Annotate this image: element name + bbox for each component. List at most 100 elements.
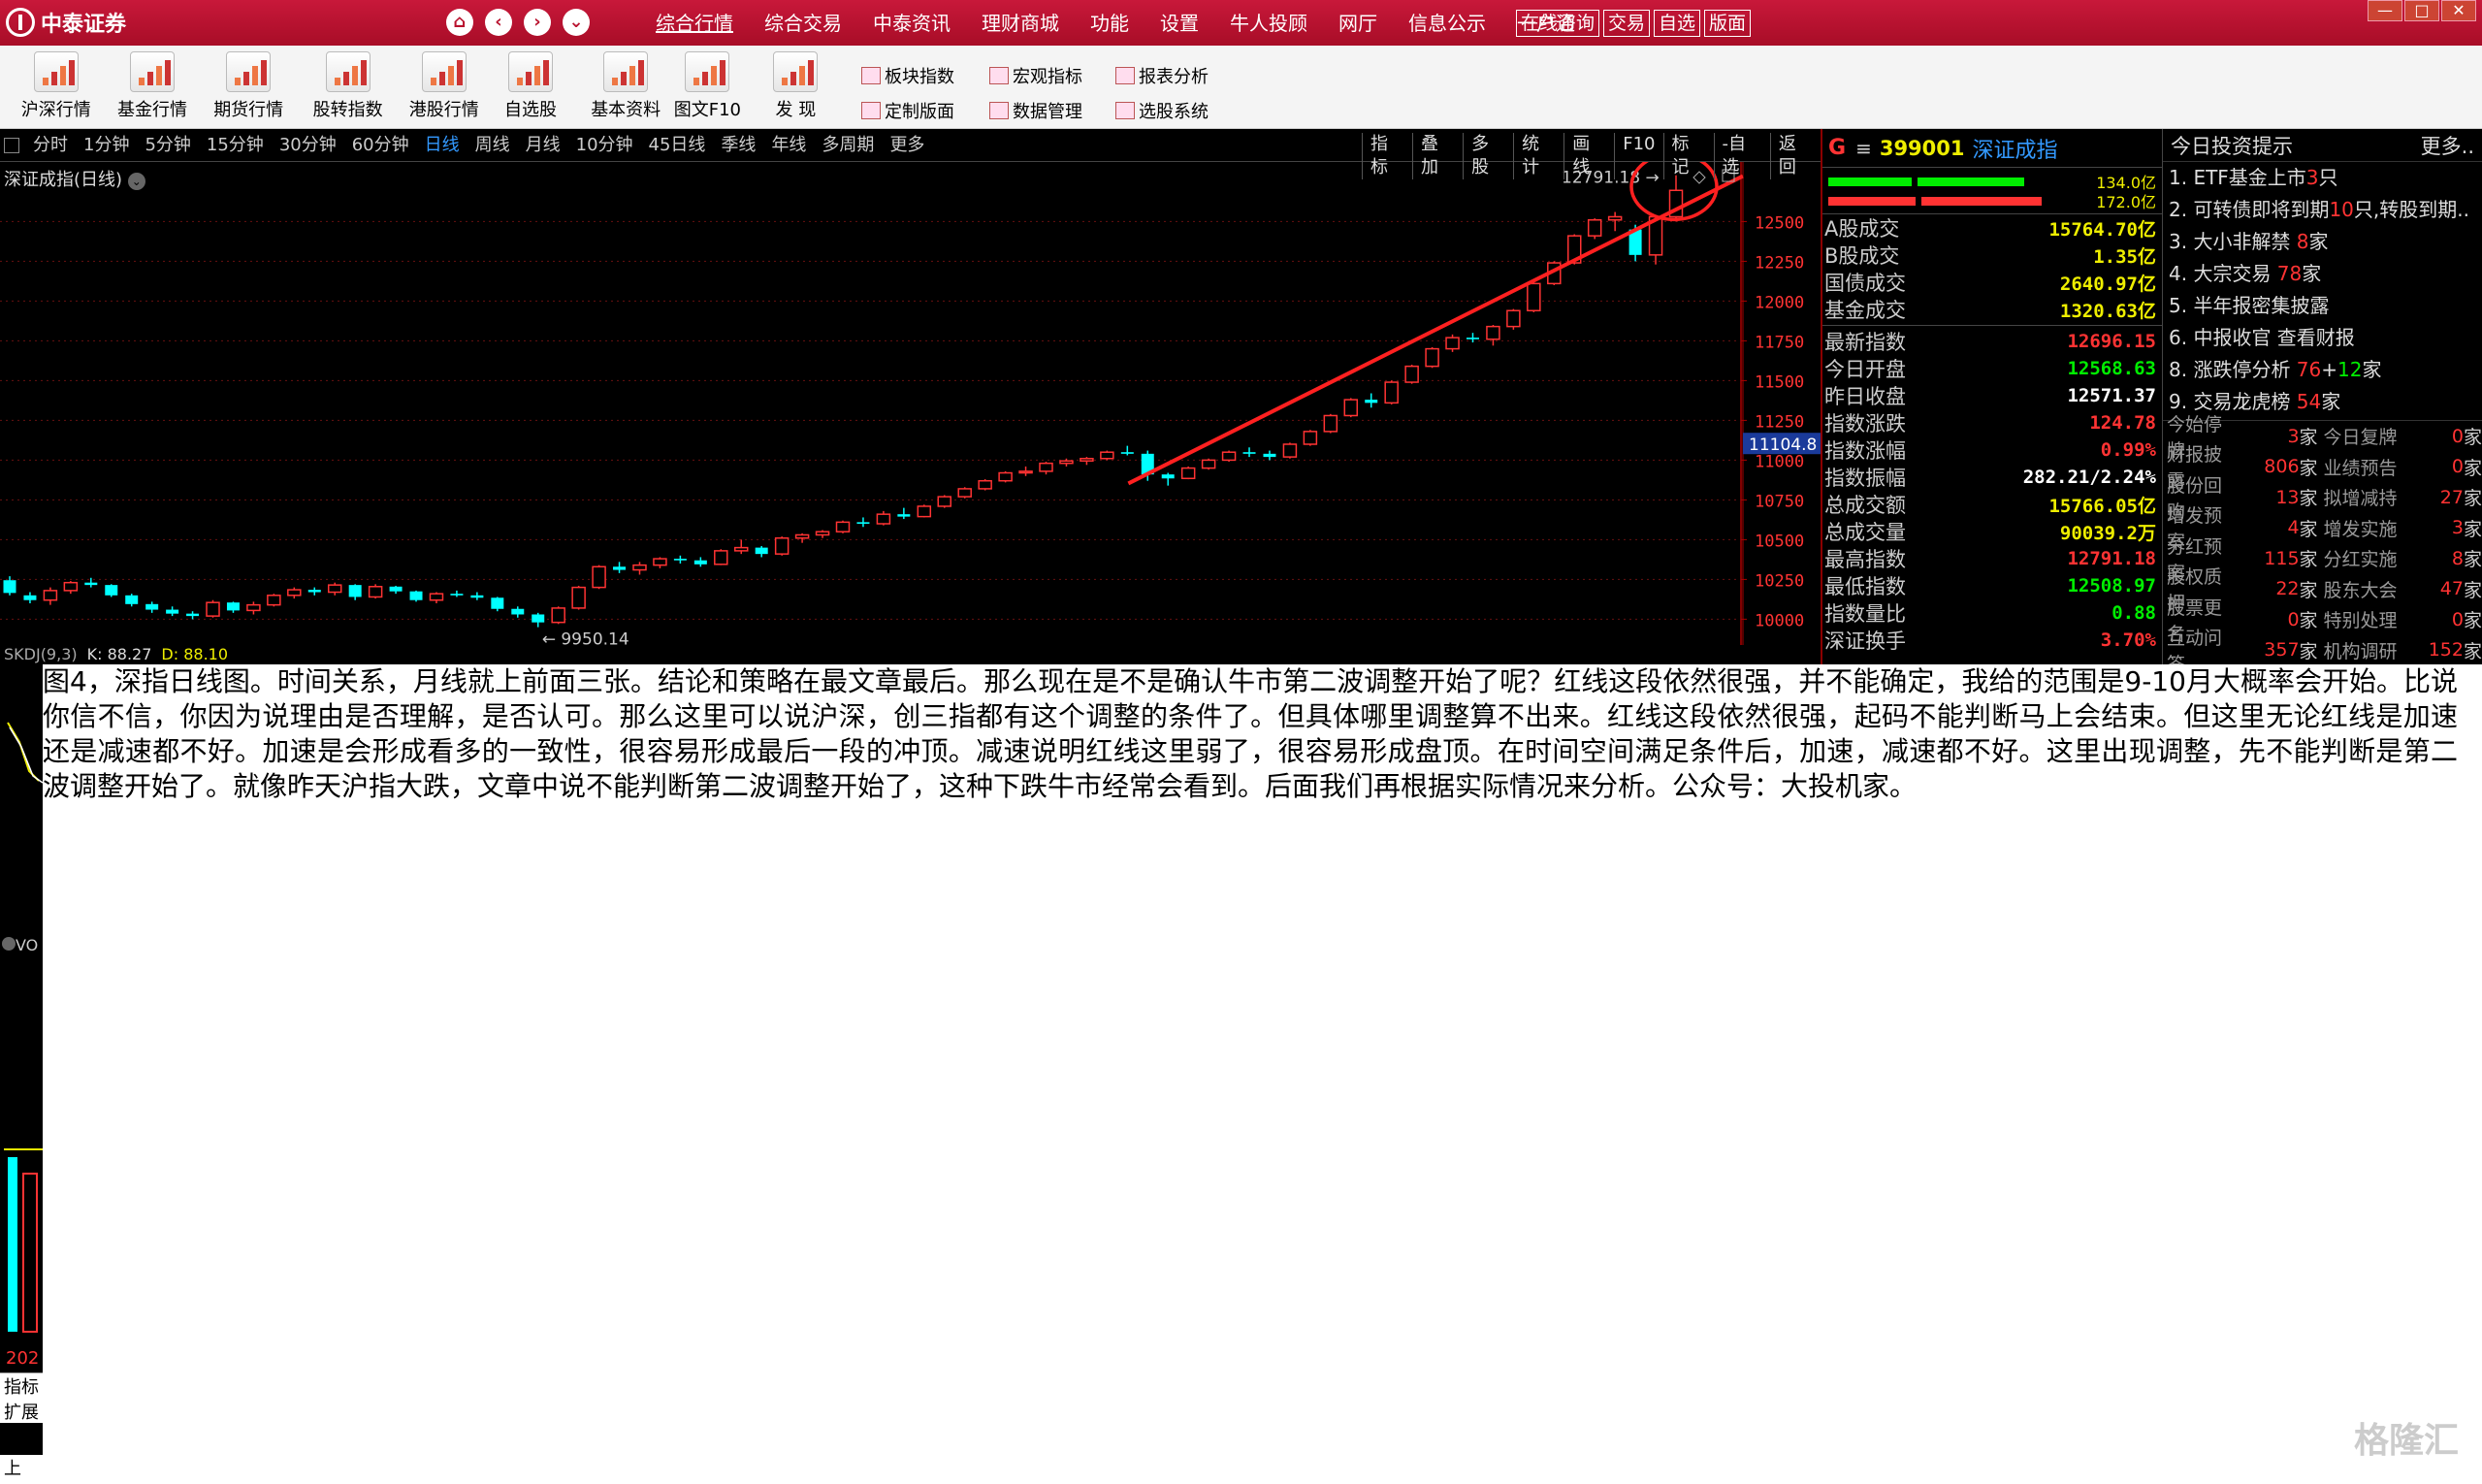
index-row-value: 12696.15 [2067, 331, 2156, 352]
small-tool-button[interactable]: 报表分析 [1115, 63, 1209, 88]
index-row: 今日开盘 12568.63 [1822, 355, 2162, 382]
small-tool-button[interactable]: 板块指数 [861, 63, 954, 88]
candle-body [1039, 462, 1053, 472]
index-row-label: 昨日收盘 [1824, 385, 1906, 408]
tip-item[interactable]: 5. 半年报密集披露 [2163, 290, 2482, 322]
chart-menu-item[interactable]: 多股 [1463, 133, 1513, 179]
toolbar-button[interactable]: 股转指数 [305, 51, 392, 121]
period-tab[interactable]: 季线 [713, 135, 763, 156]
kline-chart[interactable]: 10000 10250 10500 10750 11000 11250 11500 11750… [0, 129, 1821, 645]
stat-cell: 22 [2275, 578, 2300, 600]
toolbar-button[interactable]: 沪深行情 [13, 51, 100, 121]
period-tab[interactable]: 年线 [763, 135, 814, 156]
index-row-value: 0.88 [2111, 602, 2156, 624]
index-header[interactable]: G ≡ 399001 深证成指 [1822, 129, 2162, 168]
chart-menu-item[interactable]: 统计 [1513, 133, 1563, 179]
period-tab[interactable]: 45日线 [641, 135, 714, 156]
chart-menu-item[interactable]: F10 [1614, 133, 1662, 179]
period-tab[interactable]: 多周期 [814, 135, 882, 156]
period-tab[interactable]: 分时 [25, 135, 76, 156]
tip-item[interactable]: 8. 涨跌停分析 76+12家 [2163, 354, 2482, 386]
menu-icon[interactable]: ≡ [1855, 137, 1872, 160]
period-tab[interactable]: 日线 [417, 135, 467, 156]
candle-body [693, 560, 707, 565]
chevron-down-icon[interactable]: ⌄ [127, 173, 145, 190]
layout-icon[interactable] [4, 138, 19, 153]
chart-menu-item[interactable]: 返回 [1769, 133, 1821, 179]
toolbar-button[interactable]: 图文F10 [673, 51, 741, 121]
index-row: A股成交 15764.70亿 [1822, 214, 2162, 242]
maximize-icon[interactable]: □ [2404, 0, 2439, 21]
chart-menu-item[interactable]: 指标 [1362, 133, 1412, 179]
tip-item[interactable]: 2. 可转债即将到期10只,转股到期.. [2163, 194, 2482, 226]
top-action-button[interactable]: 在线咨询 [1516, 10, 1600, 37]
candle-body [3, 580, 16, 594]
tip-item[interactable]: 6. 中报收官 查看财报 [2163, 322, 2482, 354]
chart-menu-item[interactable]: 画线 [1563, 133, 1614, 179]
top-menu-item[interactable]: 理财商城 [966, 10, 1075, 37]
tip-item[interactable]: 3. 大小非解禁 8家 [2163, 226, 2482, 258]
tips-more-link[interactable]: 更多.. [2421, 131, 2474, 160]
kline-chart-panel[interactable]: 10000 10250 10500 10750 11000 11250 11500 11750… [0, 129, 1821, 664]
top-menu-item[interactable]: 综合交易 [749, 10, 857, 37]
toolbar-button[interactable]: 基本资料 [577, 51, 674, 121]
forward-icon[interactable]: › [524, 9, 551, 36]
vol-indicator-label[interactable]: VO [0, 936, 43, 959]
index-row-value: 3.70% [2100, 629, 2156, 651]
chart-menu-item[interactable]: 标记 [1662, 133, 1714, 179]
period-tab[interactable]: 5分钟 [137, 135, 198, 156]
small-tool-label: 报表分析 [1139, 67, 1209, 87]
period-tab[interactable]: 60分钟 [344, 135, 417, 156]
stat-cell: 家 [2463, 610, 2482, 632]
top-menu-item[interactable]: 信息公示 [1393, 10, 1501, 37]
period-tab[interactable]: 15分钟 [199, 135, 272, 156]
toolbar-button[interactable]: 基金行情 [109, 51, 196, 121]
tip-item[interactable]: 1. ETF基金上市3只 [2163, 162, 2482, 194]
small-tool-button[interactable]: 选股系统 [1115, 98, 1209, 123]
minimize-icon[interactable]: — [2368, 0, 2402, 21]
chart-menu-item[interactable]: 叠加 [1412, 133, 1463, 179]
home-icon[interactable]: ⌂ [446, 9, 473, 36]
top-menu-item[interactable]: 功能 [1075, 10, 1144, 37]
toolbar: 沪深行情 基金行情 期货行情 股转指数 港股行情 自选股 基本资料 图文F10 发 现 板块指数定… [0, 46, 2482, 129]
toolbar-button[interactable]: 自选股 [497, 51, 564, 121]
top-buttons: 在线咨询 交易 自选 版面 [1516, 10, 1752, 37]
skdj-indicator-bar[interactable]: SKDJ(9,3) K: 88.27 D: 88.10 [0, 645, 1821, 664]
top-menu-item[interactable]: 网厅 [1323, 10, 1393, 37]
chart-menu-item[interactable]: -自选 [1713, 133, 1770, 179]
toolbar-button[interactable]: 发 现 [766, 51, 824, 121]
top-menu-item[interactable]: 牛人投顾 [1214, 10, 1323, 37]
top-menu-item[interactable]: 设置 [1144, 10, 1214, 37]
toolbar-button[interactable]: 港股行情 [401, 51, 488, 121]
tip-item[interactable]: 4. 大宗交易 78家 [2163, 258, 2482, 290]
index-row-value: 282.21/2.24% [2022, 467, 2156, 488]
close-icon[interactable]: ✕ [2441, 0, 2476, 21]
top-action-button[interactable]: 交易 [1603, 10, 1651, 37]
candle-body [794, 533, 810, 539]
top-action-button[interactable]: 自选 [1654, 10, 1701, 37]
period-tab[interactable]: 月线 [518, 135, 568, 156]
tab-extend[interactable]: 扩展 [0, 1399, 43, 1424]
small-tool-button[interactable]: 定制版面 [861, 98, 954, 123]
dropdown-icon[interactable]: ⌄ [563, 9, 590, 36]
small-tool-button[interactable]: 宏观指标 [989, 63, 1082, 88]
back-icon[interactable]: ‹ [485, 9, 512, 36]
top-menu-item[interactable]: 综合行情 [640, 10, 749, 37]
tab-indicator[interactable]: 指标 [0, 1373, 43, 1399]
y-tick-label: 11250 [1755, 412, 1804, 432]
stat-row[interactable]: 互动问答357家机构调研152家 [2163, 628, 2482, 675]
down-bar-1 [1828, 197, 1916, 206]
toolbar-button[interactable]: 期货行情 [205, 51, 292, 121]
period-tab[interactable]: 更多 [882, 135, 932, 156]
candle-body [1180, 467, 1196, 480]
top-action-button[interactable]: 版面 [1704, 10, 1752, 37]
period-tab[interactable]: 10分钟 [568, 135, 641, 156]
period-tab[interactable]: 30分钟 [272, 135, 344, 156]
period-tab[interactable]: 周线 [467, 135, 518, 156]
period-tab[interactable]: 1分钟 [76, 135, 137, 156]
candle-body [1404, 365, 1419, 383]
candle-body [63, 581, 79, 592]
lower-chart-strip: VO 202 指标 扩展 上 [0, 664, 44, 1484]
small-tool-button[interactable]: 数据管理 [989, 98, 1082, 123]
top-menu-item[interactable]: 中泰资讯 [857, 10, 966, 37]
